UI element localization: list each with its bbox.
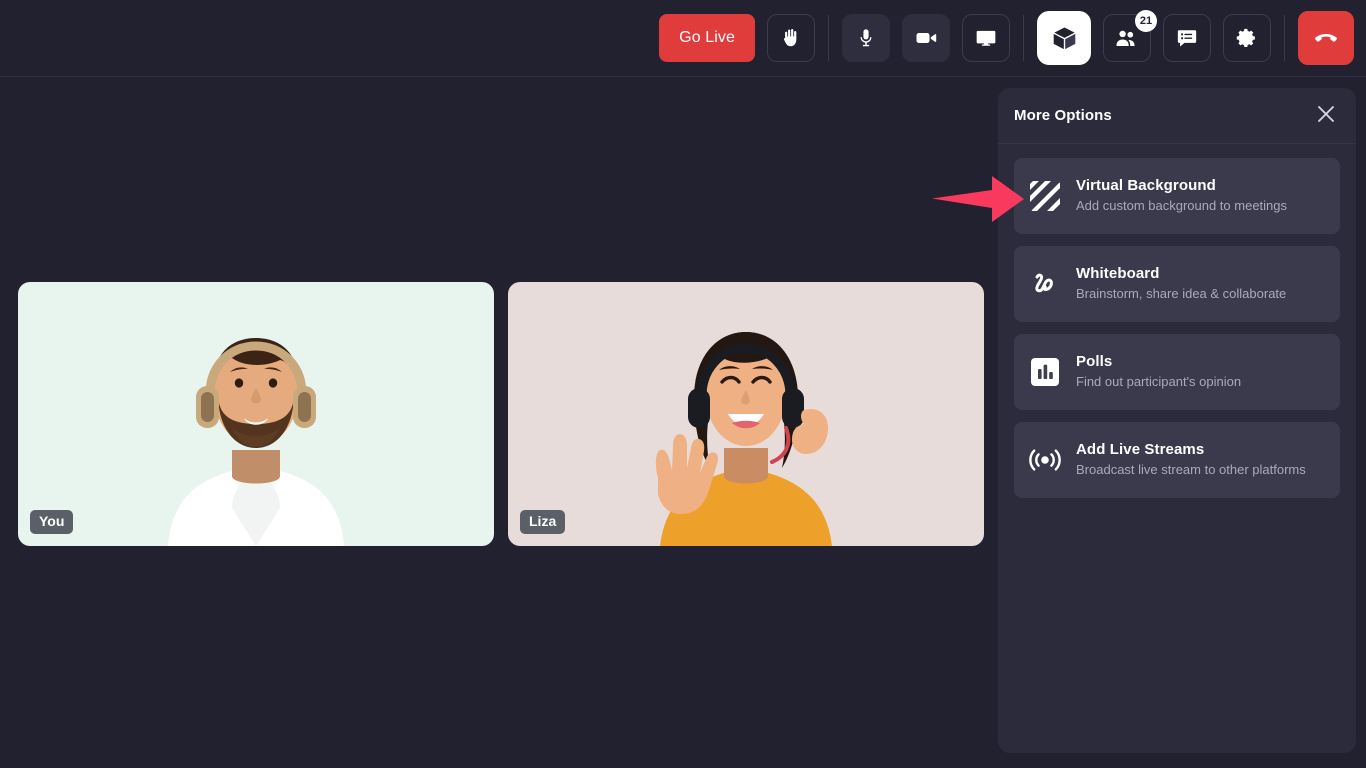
microphone-button[interactable]	[842, 14, 890, 62]
bar-chart-icon	[1028, 355, 1062, 389]
option-title: Polls	[1076, 352, 1113, 370]
participants-count-badge: 21	[1135, 10, 1157, 32]
option-text: Whiteboard Brainstorm, share idea & coll…	[1076, 265, 1286, 304]
option-title: Whiteboard	[1076, 264, 1160, 282]
video-camera-icon	[914, 26, 938, 50]
option-subtitle: Broadcast live stream to other platforms	[1076, 462, 1306, 478]
option-text: Add Live Streams Broadcast live stream t…	[1076, 441, 1306, 480]
end-call-button[interactable]	[1298, 11, 1354, 65]
gear-icon	[1236, 27, 1258, 49]
toolbar-divider-1	[828, 15, 829, 61]
panel-title: More Options	[1014, 107, 1112, 124]
option-text: Virtual Background Add custom background…	[1076, 177, 1287, 216]
cube-icon	[1051, 25, 1078, 52]
toolbar-divider-2	[1023, 15, 1024, 61]
close-panel-button[interactable]	[1312, 102, 1340, 130]
participant-video-liza	[655, 332, 832, 546]
people-icon	[1115, 27, 1139, 49]
panel-header: More Options	[998, 88, 1356, 144]
option-subtitle: Find out participant's opinion	[1076, 374, 1242, 390]
toolbar-media-group	[842, 14, 1010, 62]
option-title: Add Live Streams	[1076, 440, 1205, 458]
video-stage: You Liza	[0, 78, 998, 768]
toolbar-divider-3	[1284, 15, 1285, 61]
share-screen-button[interactable]	[962, 14, 1010, 62]
camera-button[interactable]	[902, 14, 950, 62]
top-toolbar: Go Live 21	[0, 0, 1366, 77]
participant-name-label: You	[30, 510, 74, 534]
more-options-panel: More Options Virtual Background Add cust…	[998, 88, 1356, 753]
video-tile-you[interactable]: You	[18, 282, 494, 546]
option-subtitle: Brainstorm, share idea & collaborate	[1076, 286, 1287, 302]
participant-name-label: Liza	[520, 510, 566, 534]
video-tile-liza[interactable]: Liza	[508, 282, 984, 546]
option-polls[interactable]: Polls Find out participant's opinion	[1014, 334, 1340, 410]
option-title: Virtual Background	[1076, 176, 1216, 194]
option-whiteboard[interactable]: Whiteboard Brainstorm, share idea & coll…	[1014, 246, 1340, 322]
participants-button[interactable]: 21	[1103, 10, 1157, 62]
screen-share-icon	[975, 27, 997, 49]
broadcast-icon	[1028, 443, 1062, 477]
option-add-live-streams[interactable]: Add Live Streams Broadcast live stream t…	[1014, 422, 1340, 498]
option-subtitle: Add custom background to meetings	[1076, 198, 1288, 214]
chat-button[interactable]	[1163, 14, 1211, 62]
scribble-icon	[1028, 267, 1062, 301]
go-live-button[interactable]: Go Live	[659, 14, 755, 62]
toolbar-left-group: Go Live	[659, 14, 815, 62]
hand-icon	[780, 27, 802, 49]
diagonal-stripes-icon	[1028, 179, 1062, 213]
chat-bubble-icon	[1176, 27, 1198, 49]
meeting-app-window: Go Live 21 You Liza More Options Virtual…	[0, 0, 1366, 768]
option-virtual-background[interactable]: Virtual Background Add custom background…	[1014, 158, 1340, 234]
close-icon	[1317, 105, 1335, 126]
more-options-button[interactable]	[1037, 11, 1091, 65]
options-list: Virtual Background Add custom background…	[998, 144, 1356, 498]
option-text: Polls Find out participant's opinion	[1076, 353, 1241, 392]
raise-hand-button[interactable]	[767, 14, 815, 62]
toolbar-right-group: 21	[1037, 10, 1271, 65]
settings-button[interactable]	[1223, 14, 1271, 62]
phone-hangup-icon	[1313, 25, 1339, 51]
participant-video-you	[168, 338, 344, 546]
microphone-icon	[855, 27, 877, 49]
